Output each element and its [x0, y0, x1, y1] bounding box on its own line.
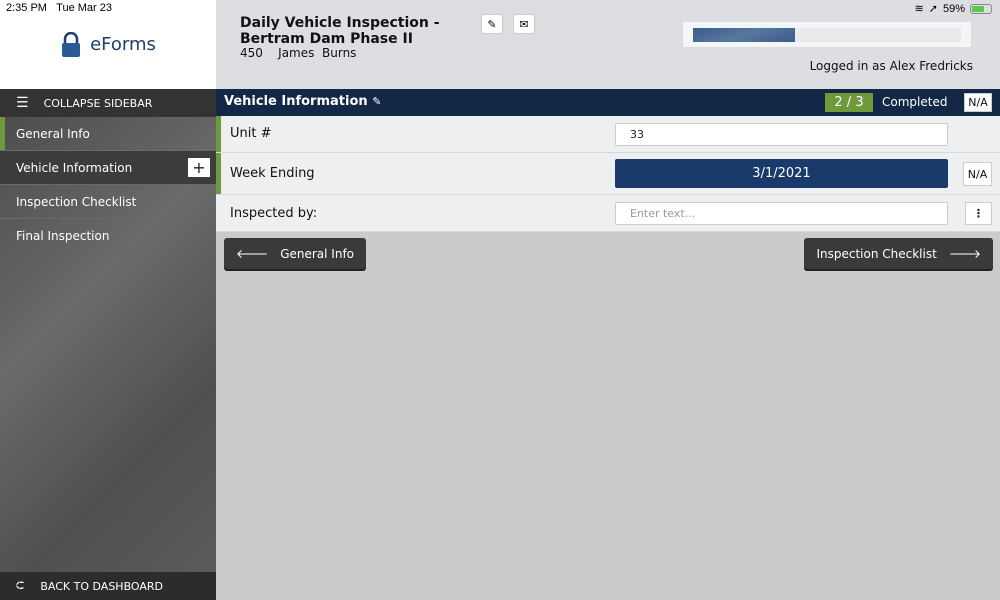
- arrow-left-circle-icon: ⮈: [16, 579, 25, 592]
- sidebar-item-final-inspection[interactable]: Final Inspection: [0, 219, 216, 253]
- add-button[interactable]: +: [188, 158, 210, 177]
- inspected-by-row: Inspected by: Enter text... ⋮: [216, 195, 1000, 232]
- unit-row: Unit # 33: [216, 116, 1000, 153]
- inspected-by-label: Inspected by:: [230, 206, 318, 221]
- title-line: Daily Vehicle Inspection -: [240, 15, 440, 31]
- inspected-by-input[interactable]: Enter text...: [615, 202, 948, 225]
- status-icons: ≋ ➚ 59%: [915, 2, 992, 15]
- battery-percent: 59%: [942, 2, 965, 15]
- week-ending-na-button[interactable]: N/A: [963, 162, 992, 186]
- prev-label: General Info: [280, 246, 355, 261]
- date: Tue Mar 23: [56, 2, 112, 14]
- location-icon: ➚: [928, 3, 938, 15]
- edit-button[interactable]: ✎: [481, 14, 503, 34]
- lock-icon: [62, 31, 81, 57]
- week-ending-label: Week Ending: [230, 166, 315, 181]
- week-ending-row: Week Ending 3/1/2021 N/A: [216, 153, 1000, 195]
- back-to-dashboard-button[interactable]: ⮈ BACK TO DASHBOARD: [0, 572, 216, 600]
- logo-text: eForms: [90, 34, 156, 55]
- sidebar-item-label: Inspection Checklist: [16, 194, 137, 209]
- collapse-label: COLLAPSE SIDEBAR: [43, 96, 153, 110]
- progress-bar: [682, 21, 972, 48]
- week-ending-date-button[interactable]: 3/1/2021: [615, 159, 948, 188]
- email-button[interactable]: ✉: [513, 14, 535, 34]
- battery-icon: [970, 3, 992, 14]
- section-title-text: Vehicle Information: [224, 94, 368, 109]
- arrow-left-icon: 🡐: [236, 247, 269, 261]
- status-time: 2:35 PM Tue Mar 23: [6, 2, 112, 14]
- form-subtitle: 450 James Burns: [240, 46, 357, 60]
- title-line: Bertram Dam Phase II: [240, 31, 413, 47]
- wifi-icon: ≋: [914, 3, 924, 15]
- section-header: Vehicle Information ✎ 2 / 3 Completed N/…: [216, 89, 1000, 116]
- unit-label: Unit #: [230, 126, 272, 141]
- sidebar-item-label: General Info: [16, 126, 90, 141]
- arrow-right-icon: 🡒: [948, 247, 981, 261]
- back-label: BACK TO DASHBOARD: [40, 579, 164, 593]
- hamburger-icon: ☰: [16, 95, 29, 111]
- sidebar-item-vehicle-information[interactable]: Vehicle Information +: [0, 151, 216, 185]
- section-na-button[interactable]: N/A: [964, 93, 992, 112]
- more-options-icon[interactable]: ⋮: [965, 202, 992, 225]
- time: 2:35 PM: [6, 2, 47, 14]
- pencil-icon[interactable]: ✎: [372, 95, 381, 108]
- collapse-sidebar-button[interactable]: ☰ COLLAPSE SIDEBAR: [0, 89, 216, 117]
- sidebar-item-label: Vehicle Information: [16, 160, 133, 175]
- logged-in-text: Logged in as Alex Fredricks: [809, 59, 973, 73]
- unit-input[interactable]: 33: [615, 123, 948, 146]
- completed-label: Completed: [882, 95, 948, 109]
- next-inspection-checklist-button[interactable]: Inspection Checklist 🡒: [804, 238, 993, 269]
- envelope-icon: ✉: [519, 17, 529, 31]
- pencil-icon: ✎: [487, 17, 497, 31]
- progress-fill: [693, 28, 795, 42]
- section-title: Vehicle Information ✎: [224, 94, 381, 109]
- previous-general-info-button[interactable]: 🡐 General Info: [224, 238, 367, 269]
- sidebar: ☰ COLLAPSE SIDEBAR General Info Vehicle I…: [0, 89, 216, 600]
- sidebar-item-inspection-checklist[interactable]: Inspection Checklist: [0, 185, 216, 219]
- sidebar-item-general-info[interactable]: General Info: [0, 117, 216, 151]
- status-bar: 2:35 PM Tue Mar 23 ≋ ➚ 59%: [0, 0, 1000, 16]
- sidebar-item-label: Final Inspection: [16, 229, 110, 243]
- completion-count: 2 / 3: [825, 93, 873, 112]
- next-label: Inspection Checklist: [816, 246, 937, 261]
- form-title: Daily Vehicle Inspection - Bertram Dam Ph…: [240, 15, 440, 47]
